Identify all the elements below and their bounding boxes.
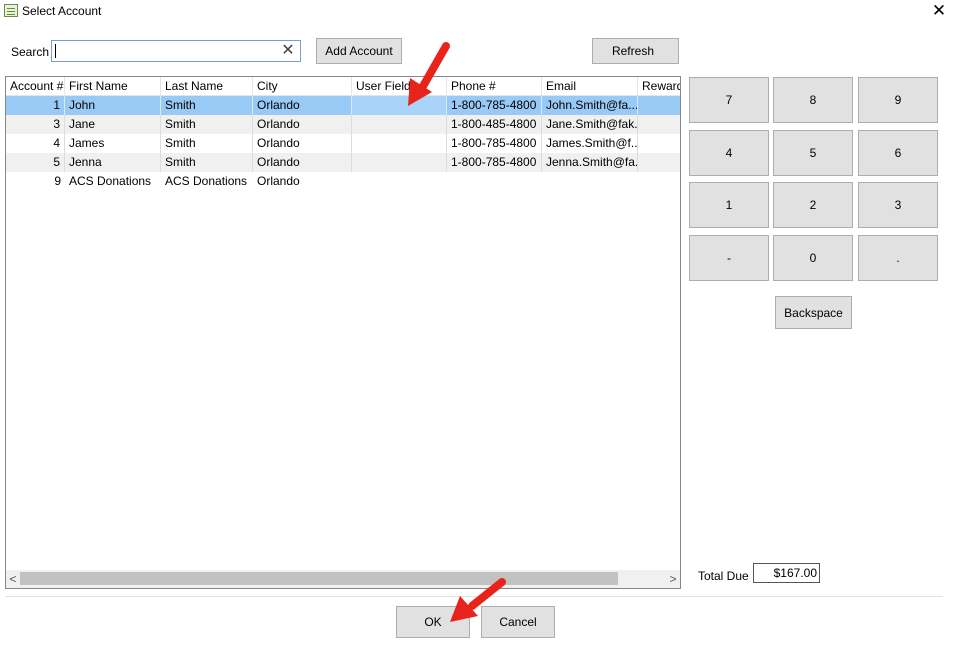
cancel-button[interactable]: Cancel — [481, 606, 555, 638]
scroll-left-icon[interactable]: < — [6, 570, 20, 588]
keypad-key-3[interactable]: 3 — [858, 182, 938, 228]
cell-user-field[interactable] — [352, 134, 447, 153]
cell-last-name: Smith — [161, 153, 253, 172]
cell-account-number: 9 — [54, 174, 61, 188]
column-header-last-name[interactable]: Last Name — [161, 77, 253, 96]
ok-button[interactable]: OK — [396, 606, 470, 638]
clear-search-icon[interactable]: ✕ — [279, 42, 297, 60]
table-row[interactable]: 5 Jenna Smith Orlando 1-800-785-4800 Jen… — [6, 153, 680, 172]
column-header-city[interactable]: City — [253, 77, 352, 96]
cell-reward — [638, 115, 680, 134]
footer-divider — [5, 596, 943, 597]
keypad-key-5[interactable]: 5 — [773, 130, 853, 176]
column-header-account[interactable]: Account # — [6, 77, 65, 96]
cell-city: Orlando — [253, 115, 352, 134]
search-input[interactable] — [54, 42, 274, 60]
grid-header: Account # First Name Last Name City User… — [6, 77, 680, 96]
cell-email — [542, 172, 638, 191]
scroll-thumb[interactable] — [20, 572, 618, 585]
cell-phone: 1-800-485-4800 — [447, 115, 542, 134]
column-header-email[interactable]: Email — [542, 77, 638, 96]
cell-phone: 1-800-785-4800 — [447, 96, 542, 115]
keypad-key-8[interactable]: 8 — [773, 77, 853, 123]
cell-first-name: James — [65, 134, 161, 153]
cell-account-number: 5 — [6, 153, 65, 172]
total-due-label: Total Due — [698, 569, 749, 583]
keypad-key-decimal[interactable]: . — [858, 235, 938, 281]
column-header-reward[interactable]: Reward — [638, 77, 680, 96]
cell-account-number: 3 — [6, 115, 65, 134]
keypad-key-6[interactable]: 6 — [858, 130, 938, 176]
keypad-key-9[interactable]: 9 — [858, 77, 938, 123]
total-due-value: $167.00 — [753, 563, 820, 583]
cell-phone: 1-800-785-4800 — [447, 134, 542, 153]
cell-first-name: John — [65, 96, 161, 115]
cell-email: Jenna.Smith@fa... — [542, 153, 638, 172]
cell-first-name: ACS Donations — [69, 174, 152, 188]
cell-account-number: 4 — [6, 134, 65, 153]
window-title: Select Account — [22, 4, 102, 18]
cell-city: Orlando — [253, 153, 352, 172]
keypad-key-4[interactable]: 4 — [689, 130, 769, 176]
table-row[interactable]: 3 Jane Smith Orlando 1-800-485-4800 Jane… — [6, 115, 680, 134]
text-caret — [55, 44, 56, 58]
table-row[interactable]: 1 John Smith Orlando 1-800-785-4800 John… — [6, 96, 680, 115]
keypad-key-1[interactable]: 1 — [689, 182, 769, 228]
keypad-key-0[interactable]: 0 — [773, 235, 853, 281]
add-account-button[interactable]: Add Account — [316, 38, 402, 64]
cell-last-name: ACS Donations — [165, 174, 248, 188]
search-field[interactable]: ✕ — [51, 40, 301, 62]
keypad-key-2[interactable]: 2 — [773, 182, 853, 228]
cell-reward — [638, 153, 680, 172]
cell-first-name: Jenna — [65, 153, 161, 172]
cell-user-field[interactable] — [352, 172, 447, 191]
search-label: Search — [11, 45, 50, 59]
cell-user-field[interactable] — [352, 96, 447, 115]
keypad-key-minus[interactable]: - — [689, 235, 769, 281]
cell-user-field[interactable] — [352, 115, 447, 134]
cell-reward — [638, 96, 680, 115]
cell-reward — [638, 172, 680, 191]
cell-phone — [447, 172, 542, 191]
cell-email: John.Smith@fa... — [542, 96, 638, 115]
backspace-button[interactable]: Backspace — [775, 296, 852, 329]
table-row[interactable]: 4 James Smith Orlando 1-800-785-4800 Jam… — [6, 134, 680, 153]
cell-first-name: Jane — [65, 115, 161, 134]
column-header-phone[interactable]: Phone # — [447, 77, 542, 96]
table-row[interactable]: 9 ACS Donations ACS Donations Orlando — [6, 172, 680, 191]
cell-city: Orlando — [257, 174, 300, 188]
column-header-first-name[interactable]: First Name — [65, 77, 161, 96]
scroll-right-icon[interactable]: > — [666, 570, 680, 588]
cell-last-name: Smith — [161, 134, 253, 153]
cell-email: Jane.Smith@fak... — [542, 115, 638, 134]
close-icon[interactable]: ✕ — [931, 2, 947, 20]
cell-city: Orlando — [253, 134, 352, 153]
keypad-key-7[interactable]: 7 — [689, 77, 769, 123]
cell-last-name: Smith — [161, 96, 253, 115]
cell-user-field[interactable] — [352, 153, 447, 172]
refresh-button[interactable]: Refresh — [592, 38, 679, 64]
accounts-grid[interactable]: Account # First Name Last Name City User… — [5, 76, 681, 589]
cell-account-number: 1 — [6, 96, 65, 115]
cell-phone: 1-800-785-4800 — [447, 153, 542, 172]
horizontal-scrollbar[interactable]: < > — [6, 570, 680, 588]
cell-city: Orlando — [253, 96, 352, 115]
column-header-user-field[interactable]: User Field — [352, 77, 447, 96]
cell-reward — [638, 134, 680, 153]
app-icon — [4, 4, 18, 17]
title-bar: Select Account ✕ — [0, 0, 958, 24]
cell-last-name: Smith — [161, 115, 253, 134]
cell-email: James.Smith@f... — [542, 134, 638, 153]
